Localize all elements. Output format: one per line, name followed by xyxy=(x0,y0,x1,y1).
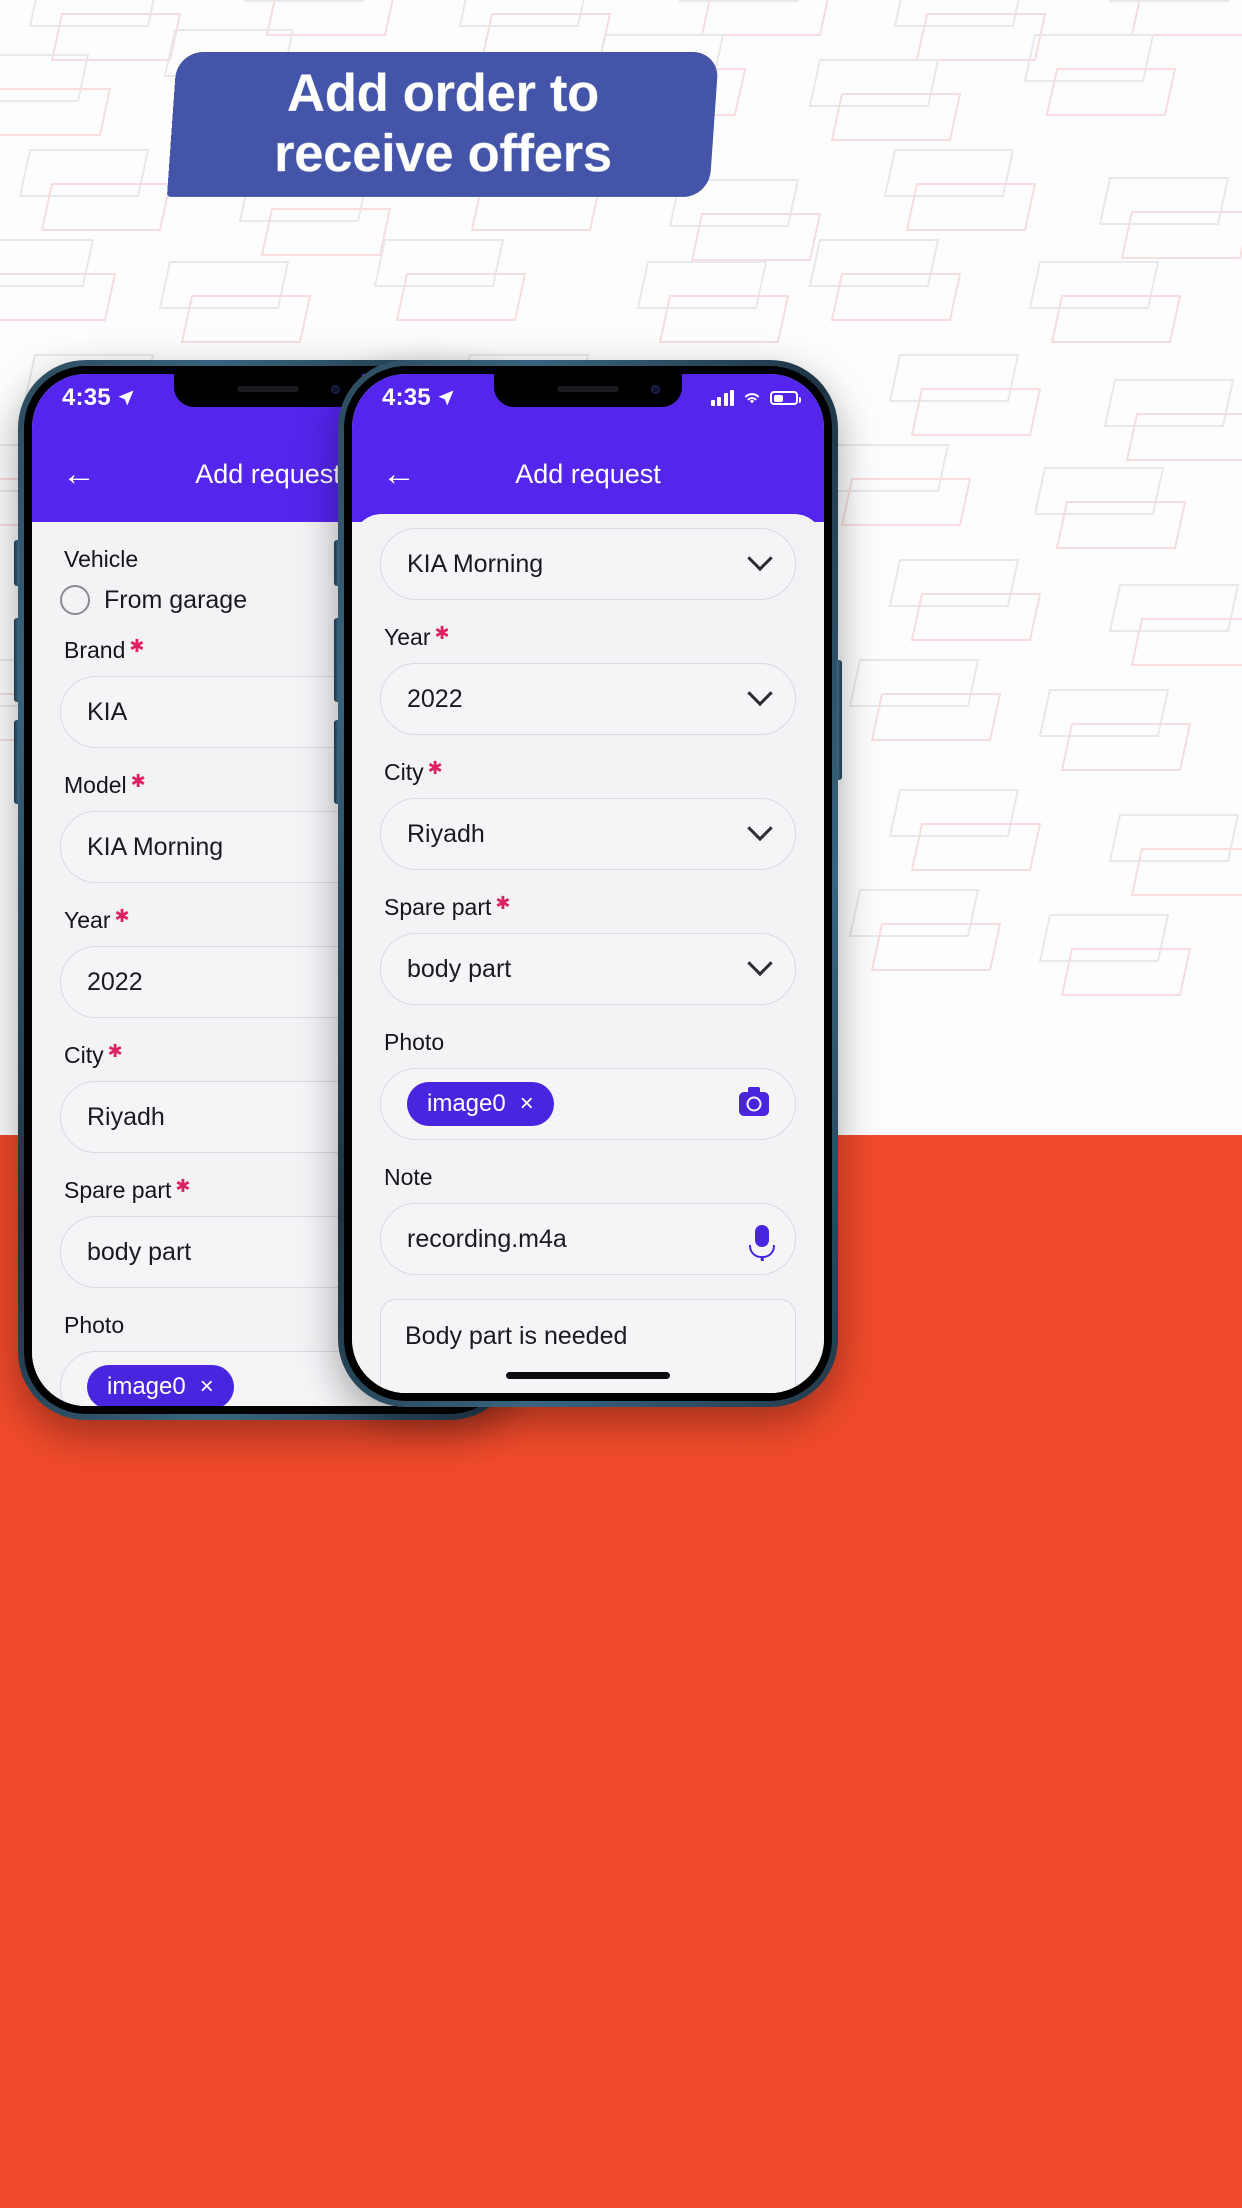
form-sheet-right: Model KIA Morning Year ✱ 2022 City ✱ Riy… xyxy=(352,514,824,1393)
required-asterisk: ✱ xyxy=(434,623,450,643)
radio-from-garage[interactable]: From garage xyxy=(60,585,247,615)
status-time: 4:35 xyxy=(382,384,431,411)
earpiece-speaker-icon xyxy=(237,386,299,392)
back-arrow-icon[interactable]: ← xyxy=(62,457,108,491)
location-arrow-icon xyxy=(118,390,134,406)
city-label: City ✱ xyxy=(384,758,443,785)
city-value: Riyadh xyxy=(407,819,485,848)
year-value: 2022 xyxy=(407,684,463,713)
home-indicator xyxy=(506,1372,670,1379)
chevron-down-icon xyxy=(747,950,773,977)
photo-input[interactable]: image0 × xyxy=(380,1068,796,1140)
status-icons-right xyxy=(710,390,801,406)
promo-banner: Add order to receive offers xyxy=(166,52,720,197)
front-camera-icon xyxy=(651,385,660,394)
phone-left-mute-switch xyxy=(14,540,19,586)
close-icon[interactable]: × xyxy=(520,1092,534,1116)
note-value: recording.m4a xyxy=(407,1224,567,1253)
radio-from-garage-label: From garage xyxy=(104,585,248,614)
phone-left-volume-up xyxy=(14,618,19,702)
spare-part-input[interactable]: body part xyxy=(380,933,796,1005)
required-asterisk: ✱ xyxy=(129,636,145,656)
microphone-icon[interactable] xyxy=(755,1225,769,1247)
required-asterisk: ✱ xyxy=(495,893,511,913)
chevron-down-icon xyxy=(747,815,773,842)
spare-part-label: Spare part ✱ xyxy=(384,893,511,920)
chevron-down-icon xyxy=(747,545,773,572)
model-value: KIA Morning xyxy=(407,549,544,578)
note-label: Note xyxy=(384,1164,433,1190)
photo-chip[interactable]: image0 × xyxy=(87,1365,234,1406)
required-asterisk: ✱ xyxy=(175,1176,191,1196)
camera-icon[interactable] xyxy=(739,1087,769,1116)
promo-banner-text: Add order to receive offers xyxy=(274,64,612,185)
required-asterisk: ✱ xyxy=(427,758,443,778)
wifi-icon xyxy=(744,393,760,404)
description-value: Body part is needed xyxy=(405,1322,628,1350)
phone-right-power-button xyxy=(837,660,842,780)
photo-chip[interactable]: image0 × xyxy=(407,1082,554,1126)
model-input[interactable]: KIA Morning xyxy=(380,528,796,600)
city-input[interactable]: Riyadh xyxy=(380,798,796,870)
required-asterisk: ✱ xyxy=(130,771,146,791)
status-time: 4:35 xyxy=(62,384,111,411)
phone-right-mute-switch xyxy=(334,540,339,586)
back-arrow-icon[interactable]: ← xyxy=(382,457,428,491)
location-arrow-icon xyxy=(438,390,454,406)
phone-right-volume-down xyxy=(334,720,339,804)
notch-left xyxy=(174,374,362,407)
radio-circle-icon xyxy=(60,585,90,615)
year-input[interactable]: 2022 xyxy=(380,663,796,735)
spare-part-value: body part xyxy=(407,954,512,983)
photo-label: Photo xyxy=(384,1029,445,1055)
chevron-down-icon xyxy=(747,680,773,707)
promo-banner-line2: receive offers xyxy=(274,124,612,184)
year-label: Year ✱ xyxy=(384,623,450,650)
app-header-right: 4:35 ← Add request xyxy=(352,374,824,522)
phone-mockup-right: 4:35 ← Add request KIA Morning Year ✱ 20… xyxy=(334,360,842,1407)
notch-right xyxy=(494,374,682,407)
promo-banner-line1: Add order to xyxy=(287,64,599,124)
required-asterisk: ✱ xyxy=(107,1041,123,1061)
battery-icon xyxy=(770,391,801,405)
cellular-signal-icon xyxy=(710,390,734,406)
status-time-group: 4:35 xyxy=(62,384,136,412)
page-title: Add request xyxy=(515,458,661,489)
close-icon[interactable]: × xyxy=(200,1375,214,1399)
photo-chip-label: image0 xyxy=(427,1090,506,1117)
phone-right-volume-up xyxy=(334,618,339,702)
required-asterisk: ✱ xyxy=(114,906,130,926)
header-row-right: ← Add request xyxy=(352,426,824,522)
earpiece-speaker-icon xyxy=(557,386,619,392)
phone-screen-right: 4:35 ← Add request KIA Morning Year ✱ 20… xyxy=(352,374,824,1393)
note-input[interactable]: recording.m4a xyxy=(380,1203,796,1275)
phone-left-volume-down xyxy=(14,720,19,804)
status-time-group: 4:35 xyxy=(382,384,456,412)
photo-chip-label: image0 xyxy=(107,1373,186,1400)
